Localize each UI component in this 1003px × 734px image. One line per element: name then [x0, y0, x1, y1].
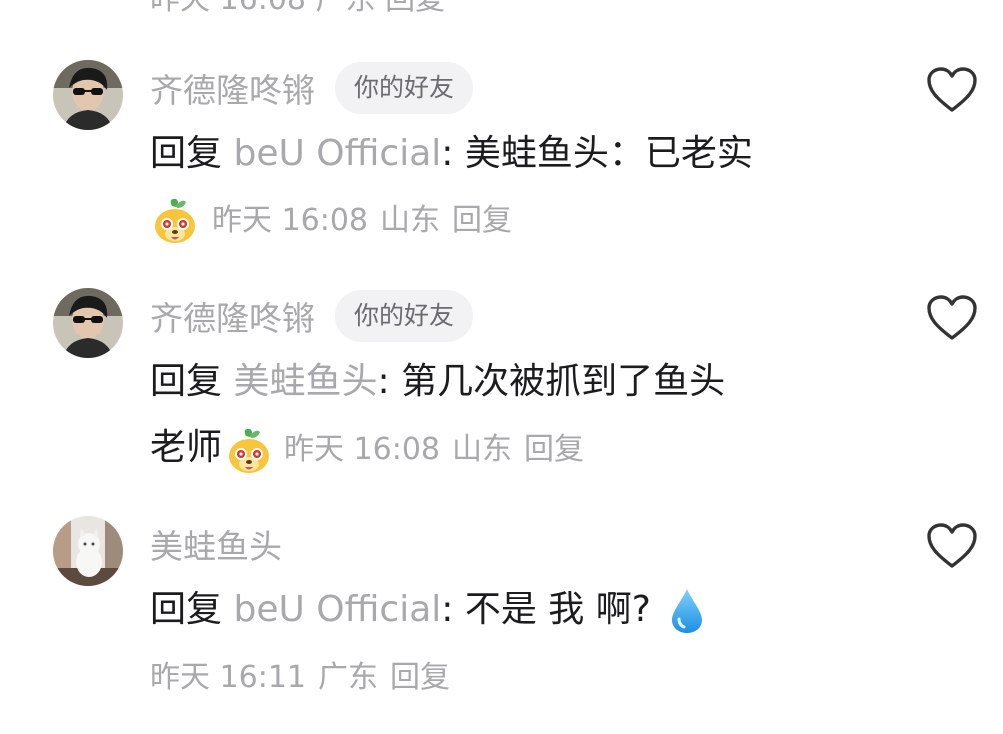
comment-header: 齐德隆咚锵 你的好友 — [150, 60, 474, 116]
username[interactable]: 齐德隆咚锵 — [150, 292, 315, 340]
reply-button[interactable]: 回复 — [390, 660, 450, 695]
comment-body: 美蛙鱼头：已老实 — [453, 133, 753, 174]
comment-meta: 昨天 16:08 山东 回复 — [150, 196, 524, 246]
colon: : — [377, 361, 390, 402]
avatar[interactable] — [53, 516, 123, 586]
friend-badge: 你的好友 — [335, 62, 474, 114]
timestamp: 昨天 16:08 — [212, 202, 368, 238]
comment-meta: 昨天 16:11 广东 回复 — [150, 654, 462, 702]
colon: : — [441, 133, 454, 174]
reply-prefix: 回复 — [150, 133, 223, 174]
friend-badge: 你的好友 — [335, 290, 474, 342]
reply-prefix: 回复 — [150, 361, 223, 402]
comment-text: 回复 beU Official: 美蛙鱼头：已老实 — [150, 130, 753, 178]
reply-button[interactable]: 回复 — [524, 432, 584, 467]
colon: : — [441, 589, 454, 630]
like-heart-icon[interactable] — [926, 66, 978, 114]
timestamp: 昨天 16:08 — [284, 432, 441, 467]
comment-body-continued: 老师 — [150, 427, 223, 468]
comment-text: 回复 beU Official: 不是 我 啊? — [150, 586, 705, 635]
username[interactable]: 美蛙鱼头 — [150, 520, 282, 568]
reply-button[interactable]: 回复 — [452, 203, 512, 238]
comment-body: 第几次被抓到了鱼头 — [389, 361, 726, 402]
sprout-dog-sticker-icon — [150, 196, 200, 246]
reply-target[interactable]: beU Official — [233, 133, 441, 174]
timestamp: 昨天 16:11 — [150, 660, 306, 695]
comment-body: 不是 我 啊? — [453, 589, 651, 630]
location: 山东 — [452, 432, 513, 467]
comment-text-line2: 老师 昨天 16:08 山东 回复 — [150, 424, 596, 476]
reply-target[interactable]: 美蛙鱼头 — [233, 361, 377, 402]
reply-prefix: 回复 — [150, 589, 223, 630]
location: 广东 — [318, 660, 378, 695]
like-heart-icon[interactable] — [926, 522, 978, 570]
avatar[interactable] — [53, 60, 123, 130]
comment-header: 美蛙鱼头 — [150, 516, 282, 572]
comment-text: 回复 美蛙鱼头: 第几次被抓到了鱼头 — [150, 358, 725, 406]
username[interactable]: 齐德隆咚锵 — [150, 64, 315, 112]
droplet-emoji-icon — [669, 587, 705, 635]
like-heart-icon[interactable] — [926, 294, 978, 342]
avatar[interactable] — [53, 288, 123, 358]
reply-target[interactable]: beU Official — [233, 589, 441, 630]
previous-comment-meta: 昨天 16:08 广东 回复 — [150, 0, 445, 18]
location: 山东 — [380, 202, 440, 238]
comment-meta: 昨天 16:08 山东 回复 — [222, 428, 596, 473]
comment-header: 齐德隆咚锵 你的好友 — [150, 288, 474, 344]
sprout-dog-sticker-icon — [224, 426, 274, 476]
